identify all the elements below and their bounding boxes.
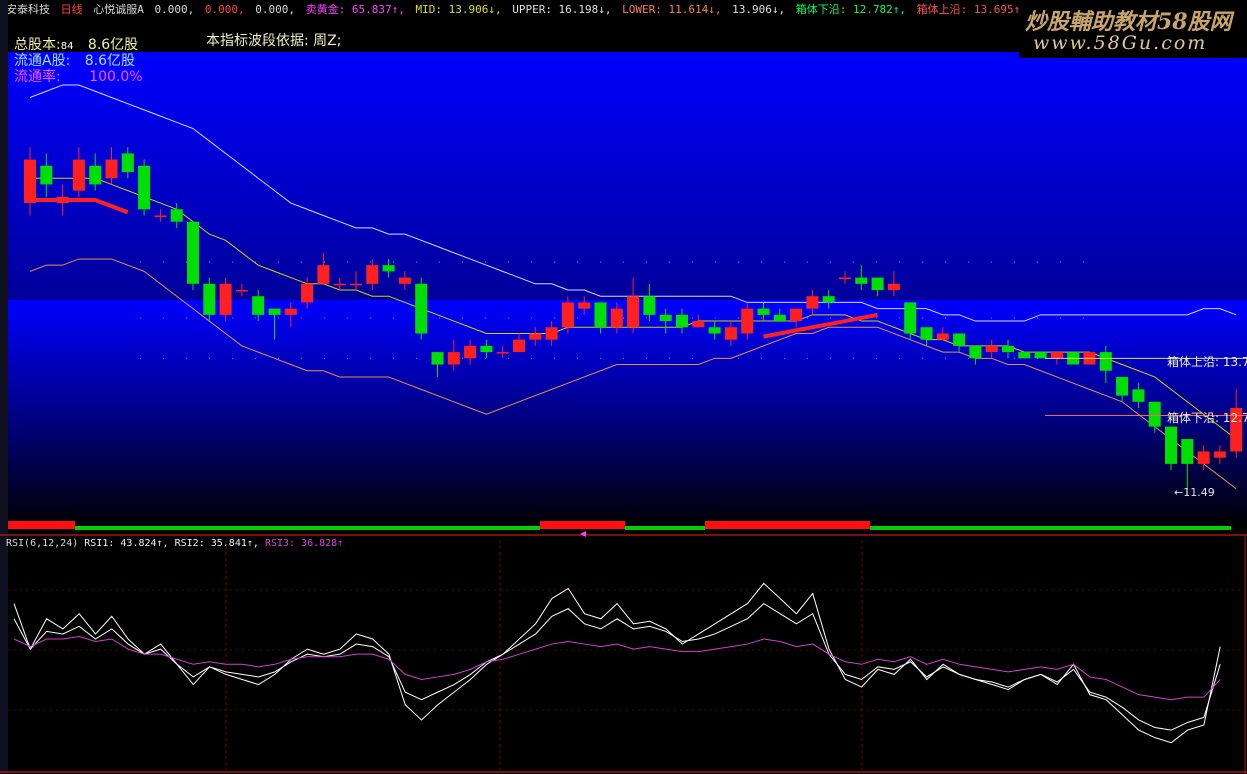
candle-body bbox=[920, 327, 933, 340]
rsi-lines bbox=[13, 582, 1221, 744]
candle-body bbox=[415, 283, 428, 334]
candle-body bbox=[1099, 352, 1112, 371]
candle-body bbox=[301, 283, 314, 303]
candle-body bbox=[513, 339, 525, 353]
candle-body bbox=[496, 352, 509, 354]
candle-body bbox=[1132, 389, 1145, 402]
candle-body bbox=[24, 159, 36, 204]
candle-body bbox=[904, 302, 917, 334]
left-axis bbox=[0, 0, 8, 774]
watermark-url: www.58Gu.com bbox=[1033, 32, 1208, 54]
candle-body bbox=[268, 308, 281, 315]
candle-body bbox=[676, 314, 688, 328]
indicator-basis: 本指标波段依据: 周Z; bbox=[206, 33, 342, 49]
low-price-annotation: ←11.49 bbox=[1174, 486, 1215, 499]
candle-body bbox=[871, 277, 884, 290]
candle-body bbox=[1034, 352, 1047, 359]
candle-body bbox=[545, 327, 558, 340]
float-ratio-label: 流通率: bbox=[14, 69, 61, 85]
candle-body bbox=[643, 296, 656, 315]
candle-body bbox=[790, 308, 803, 322]
candle-body bbox=[610, 308, 623, 328]
candle-body bbox=[627, 296, 640, 328]
candle-body bbox=[366, 265, 379, 284]
box-high-annotation: 箱体上沿: 13.7 bbox=[1167, 354, 1247, 369]
candle-body bbox=[1002, 345, 1014, 353]
candle-body bbox=[1116, 376, 1129, 396]
chart-band-lower bbox=[8, 300, 1247, 528]
candle-body bbox=[72, 159, 85, 191]
candle-body bbox=[480, 345, 493, 353]
candle-body bbox=[757, 308, 770, 315]
rsi1-line bbox=[13, 582, 1221, 744]
candle-body bbox=[154, 215, 167, 217]
float-ratio: 流通率: 100.0% bbox=[14, 66, 143, 86]
box-low-annotation: 箱体下沿: 12.7 bbox=[1167, 410, 1247, 425]
rsi-title[interactable]: RSI(6,12,24) bbox=[6, 538, 78, 549]
candle-body bbox=[969, 345, 982, 359]
candle-body bbox=[708, 327, 721, 334]
candle-body bbox=[1165, 426, 1177, 464]
candle-body bbox=[1148, 401, 1161, 427]
candle-body bbox=[170, 209, 183, 222]
signal-bar-segment bbox=[705, 521, 870, 529]
candle-body bbox=[985, 345, 998, 353]
rsi-header: RSI(6,12,24) RSI1: 43.824↑, RSI2: 35.841… bbox=[6, 538, 343, 549]
rsi3-value: RSI3: 36.828↑ bbox=[264, 538, 344, 549]
candle-body bbox=[822, 296, 835, 303]
signal-bar-segment bbox=[625, 526, 705, 530]
candle-body bbox=[40, 165, 53, 185]
candle-body bbox=[839, 277, 851, 280]
candle-body bbox=[724, 327, 737, 340]
candle-body bbox=[806, 296, 819, 309]
candle-body bbox=[431, 352, 444, 365]
signal-bar-segment bbox=[75, 526, 540, 530]
candle-body bbox=[578, 302, 591, 309]
candle-body bbox=[741, 308, 754, 334]
candle-body bbox=[692, 321, 705, 328]
candle-body bbox=[187, 221, 199, 284]
candle-body bbox=[89, 165, 102, 185]
rsi1-value: RSI1: 43.824↑, bbox=[84, 538, 169, 549]
candle-body bbox=[284, 308, 297, 315]
scroll-marker-icon bbox=[580, 531, 586, 537]
rsi2-value: RSI2: 35.841↑, bbox=[174, 538, 259, 549]
candle-body bbox=[855, 277, 868, 284]
candle-body bbox=[317, 265, 330, 284]
candle-body bbox=[529, 333, 542, 340]
candle-body bbox=[350, 283, 362, 286]
candle-body bbox=[447, 352, 460, 365]
chart-window: 安泰科技 日线 心悦诚服A 0.000, 0.000, 0.000, 卖黄金: … bbox=[0, 0, 1247, 774]
rsi3-line bbox=[13, 635, 1221, 701]
candle-body bbox=[953, 333, 966, 346]
signal-bar-segment bbox=[870, 526, 1231, 530]
candle-body bbox=[464, 345, 477, 359]
candle-body bbox=[1213, 451, 1226, 458]
candle-body bbox=[121, 153, 134, 172]
candle-body bbox=[333, 283, 346, 286]
rsi-grid bbox=[8, 540, 1245, 770]
candle-body bbox=[594, 302, 607, 328]
price-chart[interactable]: 箱体上沿: 13.7 箱体下沿: 12.7 ←11.49 bbox=[0, 0, 1247, 774]
candle-body bbox=[235, 290, 248, 292]
candle-body bbox=[398, 277, 411, 284]
candle-body bbox=[382, 265, 395, 272]
candle-body bbox=[561, 302, 574, 328]
signal-bar-segment bbox=[540, 521, 625, 529]
candle-body bbox=[138, 165, 151, 210]
candle-body bbox=[1018, 352, 1031, 359]
candle-body bbox=[936, 333, 949, 340]
signal-bar-segment bbox=[8, 521, 75, 529]
candle-body bbox=[1181, 439, 1194, 464]
candle-body bbox=[887, 283, 900, 290]
candle-body bbox=[203, 283, 216, 315]
candle-body bbox=[252, 296, 265, 315]
float-ratio-value: 100.0% bbox=[89, 69, 143, 85]
candle-body bbox=[105, 159, 118, 179]
watermark-logo: 炒股輔助教材58股网 www.58Gu.com bbox=[1019, 0, 1247, 58]
candle-body bbox=[1050, 352, 1063, 359]
candle-body bbox=[219, 283, 232, 315]
candle-body bbox=[1197, 451, 1210, 464]
